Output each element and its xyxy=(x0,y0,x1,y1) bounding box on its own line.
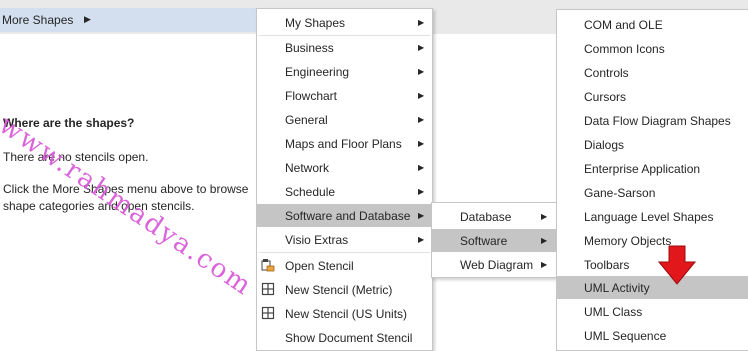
menu-item-label: Common Icons xyxy=(584,41,665,56)
new-stencil-icon xyxy=(261,306,275,320)
menu-item-new-stencil-metric[interactable]: New Stencil (Metric) xyxy=(257,278,432,301)
menu-item-uml-class[interactable]: UML Class xyxy=(557,300,748,323)
menu-item-network[interactable]: Network ▶ xyxy=(257,156,432,179)
menu-item-label: General xyxy=(285,112,328,127)
menu-item-label: Database xyxy=(460,209,512,224)
menu-item-com-ole[interactable]: COM and OLE xyxy=(557,13,748,36)
submenu-arrow-icon: ▶ xyxy=(418,115,425,124)
menu-item-label: UML Class xyxy=(584,304,643,319)
menu-item-data-flow-diagram-shapes[interactable]: Data Flow Diagram Shapes xyxy=(557,109,748,132)
menu-item-label: Network xyxy=(285,160,330,175)
submenu-arrow-icon: ▶ xyxy=(541,236,548,245)
menu-item-controls[interactable]: Controls xyxy=(557,61,748,84)
menu-item-web-diagram[interactable]: Web Diagram ▶ xyxy=(432,253,556,276)
menu-item-label: New Stencil (Metric) xyxy=(285,282,393,297)
menu-item-label: Show Document Stencil xyxy=(285,330,413,345)
submenu-arrow-icon: ▶ xyxy=(541,212,548,221)
menu-item-flowchart[interactable]: Flowchart ▶ xyxy=(257,84,432,107)
menu-item-label: Enterprise Application xyxy=(584,161,701,176)
menu-item-uml-activity[interactable]: UML Activity xyxy=(557,276,748,299)
menu-item-label: Data Flow Diagram Shapes xyxy=(584,113,731,128)
more-shapes-label: More Shapes xyxy=(2,13,74,27)
menu-item-label: Schedule xyxy=(285,184,336,199)
menu-item-label: Controls xyxy=(584,65,629,80)
menu-item-engineering[interactable]: Engineering ▶ xyxy=(257,60,432,83)
menu-item-label: Toolbars xyxy=(584,257,630,272)
submenu-arrow-icon: ▶ xyxy=(541,260,548,269)
more-shapes-menu: My Shapes ▶ Business ▶ Engineering ▶ Flo… xyxy=(256,8,433,351)
submenu-arrow-icon: ▶ xyxy=(418,91,425,100)
menu-item-label: My Shapes xyxy=(285,15,346,30)
submenu-arrow-icon: ▶ xyxy=(418,163,425,172)
menu-item-label: Dialogs xyxy=(584,137,625,152)
menu-item-business[interactable]: Business ▶ xyxy=(257,36,432,59)
menu-item-maps-floor-plans[interactable]: Maps and Floor Plans ▶ xyxy=(257,132,432,155)
menu-item-new-stencil-us[interactable]: New Stencil (US Units) xyxy=(257,302,432,325)
menu-item-label: Language Level Shapes xyxy=(584,209,714,224)
menu-item-label: Maps and Floor Plans xyxy=(285,136,402,151)
menu-item-software[interactable]: Software ▶ xyxy=(432,229,556,252)
menu-item-label: Gane-Sarson xyxy=(584,185,656,200)
menu-item-visio-extras[interactable]: Visio Extras ▶ xyxy=(257,228,432,251)
menu-item-my-shapes[interactable]: My Shapes ▶ xyxy=(257,11,432,34)
menu-item-label: UML Activity xyxy=(584,280,650,295)
menu-item-label: Cursors xyxy=(584,89,627,104)
submenu-arrow-icon: ▶ xyxy=(418,235,425,244)
menu-item-label: UML Sequence xyxy=(584,328,667,343)
menu-item-open-stencil[interactable]: Open Stencil xyxy=(257,254,432,277)
menu-item-show-document-stencil[interactable]: Show Document Stencil xyxy=(257,326,432,349)
software-database-submenu: Database ▶ Software ▶ Web Diagram ▶ xyxy=(431,202,557,278)
more-shapes-button[interactable]: More Shapes ▶ xyxy=(0,8,262,32)
red-down-arrow-icon xyxy=(658,245,696,285)
menu-item-label: Business xyxy=(285,40,334,55)
menu-item-label: Flowchart xyxy=(285,88,338,103)
menu-item-label: Visio Extras xyxy=(285,232,349,247)
submenu-arrow-icon: ▶ xyxy=(418,18,425,27)
menu-item-label: COM and OLE xyxy=(584,17,663,32)
menu-item-label: Software and Database xyxy=(285,208,411,223)
menu-item-dialogs[interactable]: Dialogs xyxy=(557,133,748,156)
submenu-arrow-icon: ▶ xyxy=(418,187,425,196)
menu-separator xyxy=(259,252,430,253)
menu-item-gane-sarson[interactable]: Gane-Sarson xyxy=(557,181,748,204)
menu-item-label: Engineering xyxy=(285,64,350,79)
menu-item-general[interactable]: General ▶ xyxy=(257,108,432,131)
submenu-arrow-icon: ▶ xyxy=(418,139,425,148)
new-stencil-icon xyxy=(261,282,275,296)
menu-item-uml-sequence[interactable]: UML Sequence xyxy=(557,324,748,347)
open-stencil-icon xyxy=(261,259,275,272)
submenu-arrow-icon: ▶ xyxy=(418,43,425,52)
menu-item-label: New Stencil (US Units) xyxy=(285,306,408,321)
submenu-arrow-icon: ▶ xyxy=(418,211,425,220)
menu-item-enterprise-application[interactable]: Enterprise Application xyxy=(557,157,748,180)
menu-item-software-database[interactable]: Software and Database ▶ xyxy=(257,204,432,227)
menu-item-cursors[interactable]: Cursors xyxy=(557,85,748,108)
menu-item-label: Web Diagram xyxy=(460,257,534,272)
menu-item-schedule[interactable]: Schedule ▶ xyxy=(257,180,432,203)
menu-item-label: Open Stencil xyxy=(285,258,354,273)
menu-item-language-level-shapes[interactable]: Language Level Shapes xyxy=(557,205,748,228)
software-stencils-submenu: COM and OLE Common Icons Controls Cursor… xyxy=(556,9,748,351)
submenu-arrow-icon: ▶ xyxy=(418,67,425,76)
menu-item-toolbars[interactable]: Toolbars xyxy=(557,253,748,276)
menu-item-database[interactable]: Database ▶ xyxy=(432,205,556,228)
chevron-right-icon: ▶ xyxy=(84,14,91,24)
menu-item-common-icons[interactable]: Common Icons xyxy=(557,37,748,60)
menu-item-memory-objects[interactable]: Memory Objects xyxy=(557,229,748,252)
menu-item-label: Software xyxy=(460,233,508,248)
